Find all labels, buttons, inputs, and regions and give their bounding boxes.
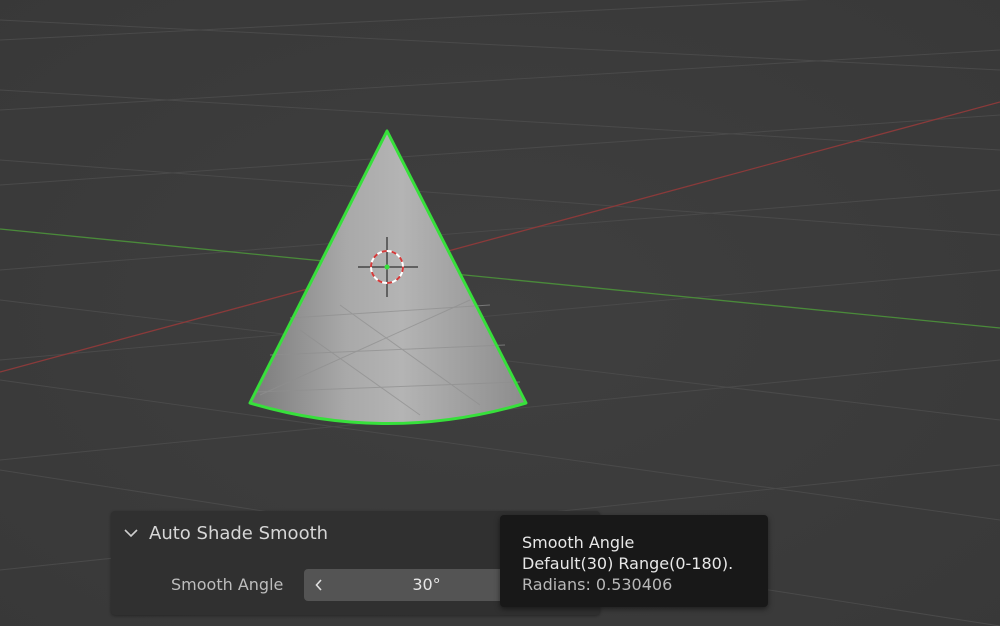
panel-title: Auto Shade Smooth xyxy=(149,522,329,544)
smooth-angle-label: Smooth Angle xyxy=(171,575,284,594)
tooltip-description: Default(30) Range(0-180). xyxy=(522,554,734,573)
tooltip-python-info: Radians: 0.530406 xyxy=(522,575,673,594)
tooltip: Smooth Angle Default(30) Range(0-180). R… xyxy=(500,515,768,607)
chevron-down-icon[interactable] xyxy=(121,523,141,543)
tooltip-title: Smooth Angle xyxy=(522,533,635,552)
